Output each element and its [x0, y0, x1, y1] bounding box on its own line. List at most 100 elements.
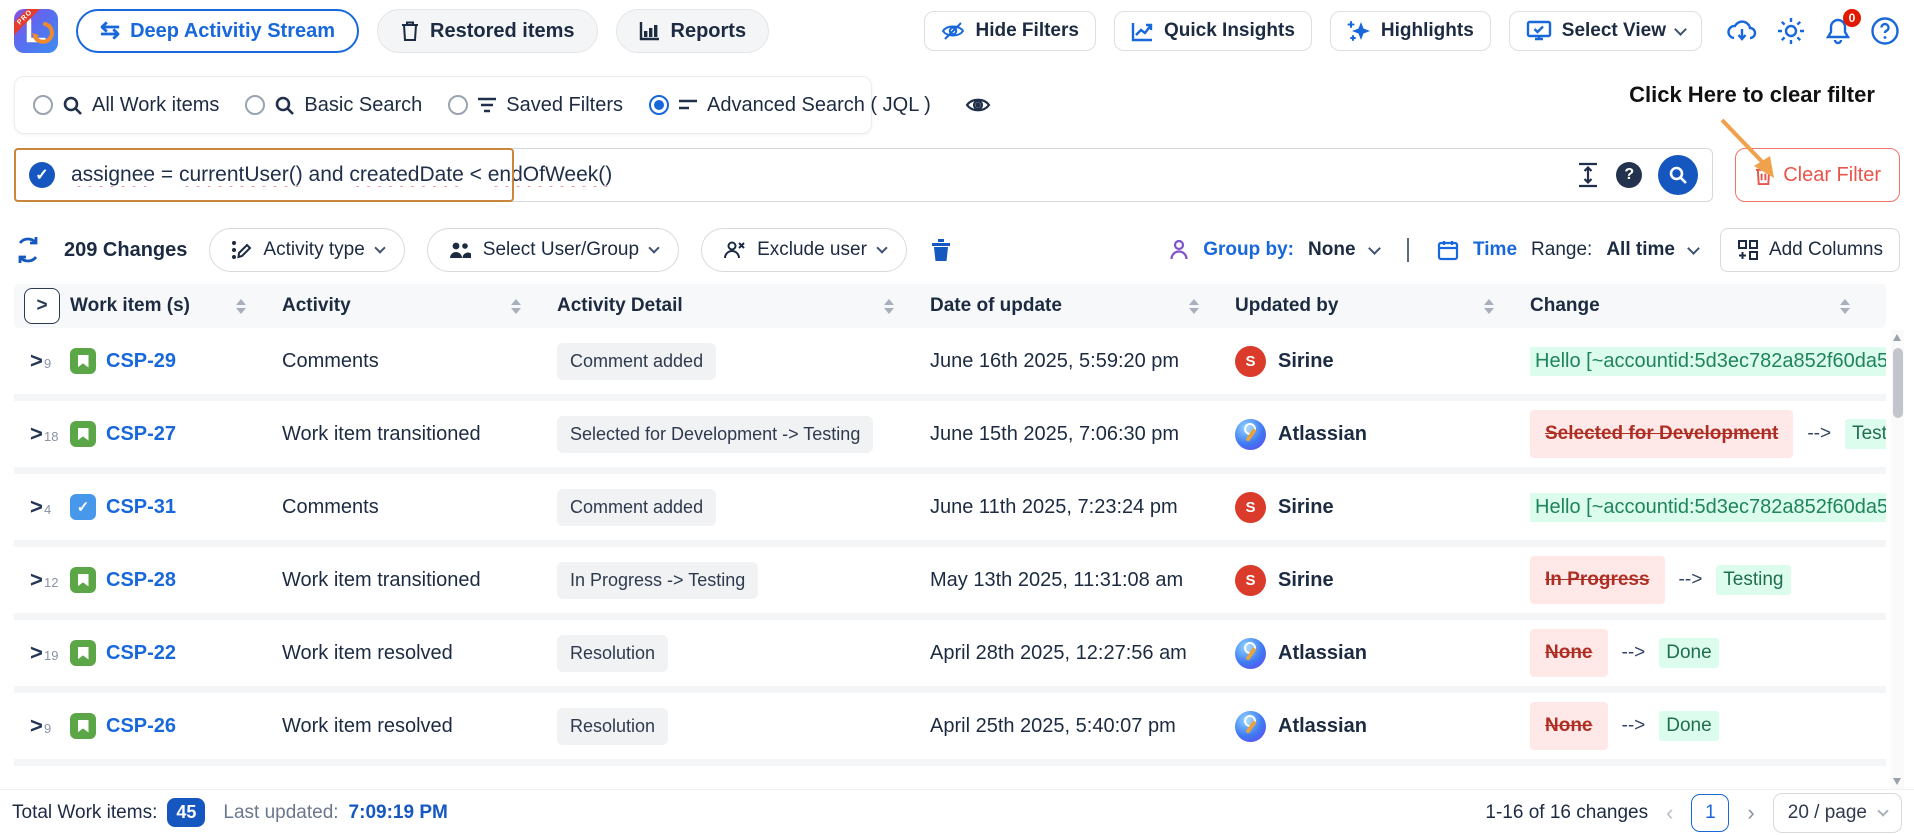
search-mode-saved-filters[interactable]: Saved Filters: [448, 94, 623, 117]
delete-filters-icon[interactable]: [929, 237, 953, 263]
restored-items-button[interactable]: Restored items: [377, 9, 598, 53]
trash-icon: [1754, 165, 1773, 186]
pagination: 1-16 of 16 changes ‹ 1 › 20 / page: [1485, 793, 1902, 833]
sort-icon[interactable]: [1840, 299, 1850, 314]
table-row: 9>CSP-29CommentsComment addedJune 16th 2…: [14, 328, 1886, 401]
time-range-control[interactable]: Time Range: All time: [1437, 239, 1698, 261]
date-cell: April 28th 2025, 12:27:56 am: [930, 642, 1235, 665]
app-logo: PRO: [14, 9, 58, 53]
sort-icon[interactable]: [1484, 299, 1494, 314]
row-expand-chevron[interactable]: >: [30, 567, 43, 592]
jql-input[interactable]: ✓ assignee = currentUser() and createdDa…: [14, 148, 1713, 202]
calendar-icon: [1437, 239, 1459, 261]
jql-query-text[interactable]: assignee = currentUser() and createdDate…: [71, 163, 1564, 187]
deep-activity-stream-button[interactable]: ⇆ Deep Activitiy Stream: [76, 9, 359, 53]
activity-cell: Work item resolved: [282, 642, 557, 665]
select-view-button[interactable]: Select View: [1509, 11, 1702, 51]
row-expand-chevron[interactable]: >: [30, 713, 43, 738]
hide-filters-button[interactable]: Hide Filters: [924, 11, 1095, 51]
add-columns-button[interactable]: Add Columns: [1720, 228, 1900, 272]
filter-icon: [477, 97, 497, 113]
row-expand-chevron[interactable]: >: [30, 494, 43, 519]
change-cell: Hello [~accountid:5d3ec782a852f60da5: [1530, 493, 1886, 522]
page-size-select[interactable]: 20 / page: [1773, 793, 1902, 833]
scroll-down-icon[interactable]: [1893, 778, 1901, 785]
select-user-group-dropdown[interactable]: Select User/Group: [427, 228, 679, 272]
change-from-chip: In Progress: [1530, 556, 1665, 604]
refresh-icon[interactable]: [14, 235, 42, 265]
issue-key-link[interactable]: CSP-29: [106, 350, 176, 373]
filter-toolbar: 209 Changes Activity type Select User/Gr…: [14, 228, 1900, 272]
activity-detail-chip: Resolution: [557, 708, 668, 745]
row-count-badge: 4: [44, 502, 51, 517]
avatar: [1235, 638, 1266, 669]
group-by-value: None: [1308, 239, 1356, 261]
activity-cell: Comments: [282, 496, 557, 519]
radio-button[interactable]: [448, 95, 468, 115]
notifications-bell-icon[interactable]: 0: [1824, 17, 1852, 45]
prev-page-button[interactable]: ‹: [1666, 800, 1673, 826]
sort-icon[interactable]: [236, 299, 246, 314]
search-mode-advanced-search-jql[interactable]: Advanced Search ( JQL ): [649, 94, 931, 117]
divider: [1407, 238, 1410, 262]
highlights-button[interactable]: Highlights: [1330, 11, 1491, 51]
issue-type-story-icon: [70, 713, 96, 739]
group-by-control[interactable]: Group by: None: [1169, 239, 1378, 261]
expand-all-button[interactable]: >: [24, 288, 60, 324]
expand-vertical-icon[interactable]: [1576, 162, 1600, 188]
row-expand-chevron[interactable]: >: [30, 640, 43, 665]
issue-key-link[interactable]: CSP-28: [106, 569, 176, 592]
jql-input-actions: ?: [1576, 155, 1698, 195]
chevron-down-icon: [648, 242, 659, 253]
activity-detail-chip: In Progress -> Testing: [557, 562, 758, 599]
help-icon[interactable]: [1870, 16, 1900, 46]
search-icon: [62, 95, 83, 116]
row-expand-chevron[interactable]: >: [30, 421, 43, 446]
scrollbar-thumb[interactable]: [1893, 348, 1903, 418]
issue-key-link[interactable]: CSP-27: [106, 423, 176, 446]
last-updated-value: 7:09:19 PM: [349, 802, 448, 824]
preview-eye-icon[interactable]: [965, 94, 991, 116]
cloud-download-icon[interactable]: [1726, 18, 1758, 44]
exclude-user-dropdown[interactable]: Exclude user: [701, 228, 907, 272]
col-activity-detail: Activity Detail: [557, 295, 683, 317]
radio-button[interactable]: [33, 95, 53, 115]
change-to-chip: Done: [1659, 638, 1718, 668]
activity-type-dropdown[interactable]: Activity type: [209, 228, 404, 272]
current-page-button[interactable]: 1: [1691, 794, 1729, 832]
radio-button[interactable]: [649, 95, 669, 115]
search-icon: [274, 95, 295, 116]
settings-gear-icon[interactable]: [1776, 16, 1806, 46]
time-label: Time: [1473, 239, 1517, 261]
sort-icon[interactable]: [1189, 299, 1199, 314]
sort-icon[interactable]: [511, 299, 521, 314]
search-mode-card: All Work itemsBasic SearchSaved FiltersA…: [14, 76, 872, 134]
chart-icon: [639, 21, 661, 41]
vertical-scrollbar[interactable]: [1891, 330, 1904, 789]
row-count-badge: 9: [44, 356, 51, 371]
issue-key-link[interactable]: CSP-26: [106, 715, 176, 738]
jql-help-icon[interactable]: ?: [1616, 162, 1642, 188]
sort-icon[interactable]: [884, 299, 894, 314]
next-page-button[interactable]: ›: [1747, 800, 1754, 826]
issue-type-task-icon: ✓: [70, 494, 96, 520]
search-mode-basic-search[interactable]: Basic Search: [245, 94, 422, 117]
quick-insights-button[interactable]: Quick Insights: [1114, 11, 1312, 51]
row-expand-chevron[interactable]: >: [30, 348, 43, 373]
change-to-chip: Testing: [1845, 419, 1886, 449]
activity-detail-chip: Comment added: [557, 343, 716, 380]
clear-filter-button[interactable]: Clear Filter: [1735, 148, 1900, 202]
run-search-button[interactable]: [1658, 155, 1698, 195]
issue-key-link[interactable]: CSP-31: [106, 496, 176, 519]
user-name: Sirine: [1278, 496, 1334, 519]
search-mode-all-work-items[interactable]: All Work items: [33, 94, 219, 117]
reports-button[interactable]: Reports: [616, 9, 770, 53]
chevron-down-icon: [1877, 805, 1888, 816]
col-activity: Activity: [282, 295, 351, 317]
radio-button[interactable]: [245, 95, 265, 115]
issue-key-link[interactable]: CSP-22: [106, 642, 176, 665]
table-row: 12>CSP-28Work item transitionedIn Progre…: [14, 547, 1886, 620]
scroll-up-icon[interactable]: [1893, 334, 1901, 341]
search-mode-label: Saved Filters: [506, 94, 623, 117]
activity-cell: Work item transitioned: [282, 569, 557, 592]
